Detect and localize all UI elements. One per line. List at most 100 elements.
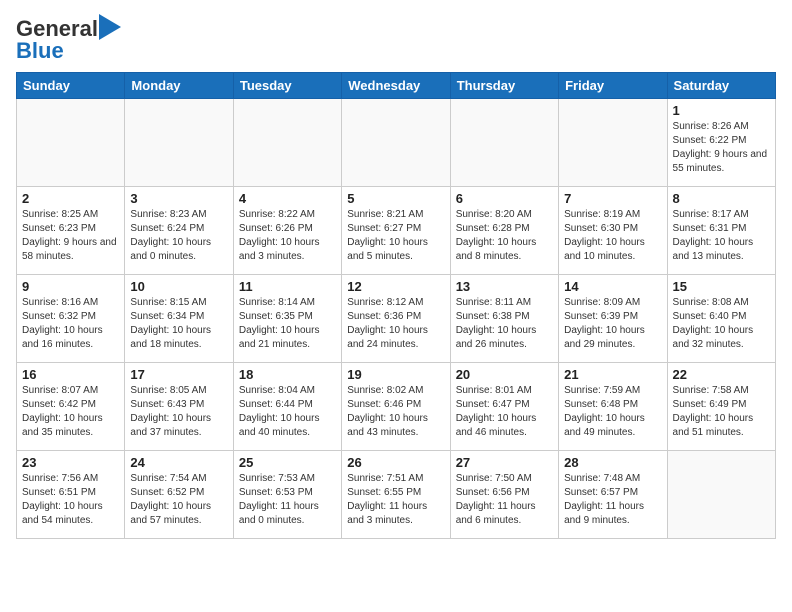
calendar-cell: 5 Sunrise: 8:21 AM Sunset: 6:27 PM Daylig… bbox=[342, 187, 450, 275]
week-row-3: 9 Sunrise: 8:16 AM Sunset: 6:32 PM Daylig… bbox=[17, 275, 776, 363]
calendar-cell: 24 Sunrise: 7:54 AM Sunset: 6:52 PM Dayli… bbox=[125, 451, 233, 539]
day-header-friday: Friday bbox=[559, 73, 667, 99]
calendar-cell: 28 Sunrise: 7:48 AM Sunset: 6:57 PM Dayli… bbox=[559, 451, 667, 539]
calendar-cell: 14 Sunrise: 8:09 AM Sunset: 6:39 PM Dayli… bbox=[559, 275, 667, 363]
calendar-cell: 3 Sunrise: 8:23 AM Sunset: 6:24 PM Daylig… bbox=[125, 187, 233, 275]
day-number: 18 bbox=[239, 367, 336, 382]
day-number: 6 bbox=[456, 191, 553, 206]
week-row-4: 16 Sunrise: 8:07 AM Sunset: 6:42 PM Dayli… bbox=[17, 363, 776, 451]
calendar-cell: 18 Sunrise: 8:04 AM Sunset: 6:44 PM Dayli… bbox=[233, 363, 341, 451]
calendar-cell: 7 Sunrise: 8:19 AM Sunset: 6:30 PM Daylig… bbox=[559, 187, 667, 275]
day-info: Sunrise: 8:11 AM Sunset: 6:38 PM Dayligh… bbox=[456, 296, 553, 352]
day-number: 24 bbox=[130, 455, 227, 470]
calendar-cell: 6 Sunrise: 8:20 AM Sunset: 6:28 PM Daylig… bbox=[450, 187, 558, 275]
day-number: 9 bbox=[22, 279, 119, 294]
calendar-cell: 4 Sunrise: 8:22 AM Sunset: 6:26 PM Daylig… bbox=[233, 187, 341, 275]
day-info: Sunrise: 8:23 AM Sunset: 6:24 PM Dayligh… bbox=[130, 208, 227, 264]
day-number: 27 bbox=[456, 455, 553, 470]
day-info: Sunrise: 7:53 AM Sunset: 6:53 PM Dayligh… bbox=[239, 472, 336, 528]
day-number: 21 bbox=[564, 367, 661, 382]
day-info: Sunrise: 8:19 AM Sunset: 6:30 PM Dayligh… bbox=[564, 208, 661, 264]
day-info: Sunrise: 7:59 AM Sunset: 6:48 PM Dayligh… bbox=[564, 384, 661, 440]
day-info: Sunrise: 8:15 AM Sunset: 6:34 PM Dayligh… bbox=[130, 296, 227, 352]
calendar-cell: 17 Sunrise: 8:05 AM Sunset: 6:43 PM Dayli… bbox=[125, 363, 233, 451]
day-info: Sunrise: 8:12 AM Sunset: 6:36 PM Dayligh… bbox=[347, 296, 444, 352]
day-info: Sunrise: 8:01 AM Sunset: 6:47 PM Dayligh… bbox=[456, 384, 553, 440]
day-info: Sunrise: 7:50 AM Sunset: 6:56 PM Dayligh… bbox=[456, 472, 553, 528]
calendar-cell: 2Sunrise: 8:25 AM Sunset: 6:23 PM Daylig… bbox=[17, 187, 125, 275]
day-info: Sunrise: 8:26 AM Sunset: 6:22 PM Dayligh… bbox=[673, 120, 770, 176]
calendar-cell bbox=[667, 451, 775, 539]
day-number: 5 bbox=[347, 191, 444, 206]
day-info: Sunrise: 8:08 AM Sunset: 6:40 PM Dayligh… bbox=[673, 296, 770, 352]
week-row-2: 2Sunrise: 8:25 AM Sunset: 6:23 PM Daylig… bbox=[17, 187, 776, 275]
day-number: 25 bbox=[239, 455, 336, 470]
day-info: Sunrise: 8:02 AM Sunset: 6:46 PM Dayligh… bbox=[347, 384, 444, 440]
day-number: 28 bbox=[564, 455, 661, 470]
day-header-thursday: Thursday bbox=[450, 73, 558, 99]
day-number: 17 bbox=[130, 367, 227, 382]
day-number: 22 bbox=[673, 367, 770, 382]
calendar-cell: 25 Sunrise: 7:53 AM Sunset: 6:53 PM Dayli… bbox=[233, 451, 341, 539]
logo-icon bbox=[99, 14, 121, 40]
calendar-cell: 16 Sunrise: 8:07 AM Sunset: 6:42 PM Dayli… bbox=[17, 363, 125, 451]
calendar-cell: 23 Sunrise: 7:56 AM Sunset: 6:51 PM Dayli… bbox=[17, 451, 125, 539]
day-info: Sunrise: 7:51 AM Sunset: 6:55 PM Dayligh… bbox=[347, 472, 444, 528]
calendar-cell: 13 Sunrise: 8:11 AM Sunset: 6:38 PM Dayli… bbox=[450, 275, 558, 363]
calendar: SundayMondayTuesdayWednesdayThursdayFrid… bbox=[16, 72, 776, 539]
calendar-cell: 19 Sunrise: 8:02 AM Sunset: 6:46 PM Dayli… bbox=[342, 363, 450, 451]
day-number: 20 bbox=[456, 367, 553, 382]
calendar-cell: 22 Sunrise: 7:58 AM Sunset: 6:49 PM Dayli… bbox=[667, 363, 775, 451]
day-number: 3 bbox=[130, 191, 227, 206]
day-info: Sunrise: 7:48 AM Sunset: 6:57 PM Dayligh… bbox=[564, 472, 661, 528]
day-header-sunday: Sunday bbox=[17, 73, 125, 99]
calendar-cell: 1 Sunrise: 8:26 AM Sunset: 6:22 PM Daylig… bbox=[667, 99, 775, 187]
day-number: 16 bbox=[22, 367, 119, 382]
calendar-header-row: SundayMondayTuesdayWednesdayThursdayFrid… bbox=[17, 73, 776, 99]
day-number: 10 bbox=[130, 279, 227, 294]
day-header-saturday: Saturday bbox=[667, 73, 775, 99]
day-header-tuesday: Tuesday bbox=[233, 73, 341, 99]
calendar-cell: 10 Sunrise: 8:15 AM Sunset: 6:34 PM Dayli… bbox=[125, 275, 233, 363]
calendar-cell bbox=[17, 99, 125, 187]
day-info: Sunrise: 8:04 AM Sunset: 6:44 PM Dayligh… bbox=[239, 384, 336, 440]
calendar-cell: 21 Sunrise: 7:59 AM Sunset: 6:48 PM Dayli… bbox=[559, 363, 667, 451]
day-header-monday: Monday bbox=[125, 73, 233, 99]
day-number: 23 bbox=[22, 455, 119, 470]
day-header-wednesday: Wednesday bbox=[342, 73, 450, 99]
day-number: 4 bbox=[239, 191, 336, 206]
calendar-cell: 15 Sunrise: 8:08 AM Sunset: 6:40 PM Dayli… bbox=[667, 275, 775, 363]
calendar-cell bbox=[559, 99, 667, 187]
day-info: Sunrise: 8:21 AM Sunset: 6:27 PM Dayligh… bbox=[347, 208, 444, 264]
calendar-cell: 11Sunrise: 8:14 AM Sunset: 6:35 PM Dayli… bbox=[233, 275, 341, 363]
day-number: 1 bbox=[673, 103, 770, 118]
calendar-cell: 27 Sunrise: 7:50 AM Sunset: 6:56 PM Dayli… bbox=[450, 451, 558, 539]
day-number: 15 bbox=[673, 279, 770, 294]
day-info: Sunrise: 8:16 AM Sunset: 6:32 PM Dayligh… bbox=[22, 296, 119, 352]
calendar-cell: 26 Sunrise: 7:51 AM Sunset: 6:55 PM Dayli… bbox=[342, 451, 450, 539]
week-row-1: 1 Sunrise: 8:26 AM Sunset: 6:22 PM Daylig… bbox=[17, 99, 776, 187]
day-number: 7 bbox=[564, 191, 661, 206]
calendar-cell: 9 Sunrise: 8:16 AM Sunset: 6:32 PM Daylig… bbox=[17, 275, 125, 363]
calendar-cell: 20 Sunrise: 8:01 AM Sunset: 6:47 PM Dayli… bbox=[450, 363, 558, 451]
day-info: Sunrise: 7:58 AM Sunset: 6:49 PM Dayligh… bbox=[673, 384, 770, 440]
day-info: Sunrise: 7:56 AM Sunset: 6:51 PM Dayligh… bbox=[22, 472, 119, 528]
calendar-cell bbox=[450, 99, 558, 187]
day-number: 12 bbox=[347, 279, 444, 294]
day-info: Sunrise: 8:20 AM Sunset: 6:28 PM Dayligh… bbox=[456, 208, 553, 264]
day-number: 19 bbox=[347, 367, 444, 382]
day-number: 14 bbox=[564, 279, 661, 294]
day-info: Sunrise: 7:54 AM Sunset: 6:52 PM Dayligh… bbox=[130, 472, 227, 528]
page-header: General Blue bbox=[16, 16, 776, 64]
day-info: Sunrise: 8:17 AM Sunset: 6:31 PM Dayligh… bbox=[673, 208, 770, 264]
day-info: Sunrise: 8:07 AM Sunset: 6:42 PM Dayligh… bbox=[22, 384, 119, 440]
day-info: Sunrise: 8:14 AM Sunset: 6:35 PM Dayligh… bbox=[239, 296, 336, 352]
day-number: 26 bbox=[347, 455, 444, 470]
day-number: 8 bbox=[673, 191, 770, 206]
day-info: Sunrise: 8:09 AM Sunset: 6:39 PM Dayligh… bbox=[564, 296, 661, 352]
day-info: Sunrise: 8:22 AM Sunset: 6:26 PM Dayligh… bbox=[239, 208, 336, 264]
week-row-5: 23 Sunrise: 7:56 AM Sunset: 6:51 PM Dayli… bbox=[17, 451, 776, 539]
day-number: 2 bbox=[22, 191, 119, 206]
day-number: 13 bbox=[456, 279, 553, 294]
day-info: Sunrise: 8:05 AM Sunset: 6:43 PM Dayligh… bbox=[130, 384, 227, 440]
